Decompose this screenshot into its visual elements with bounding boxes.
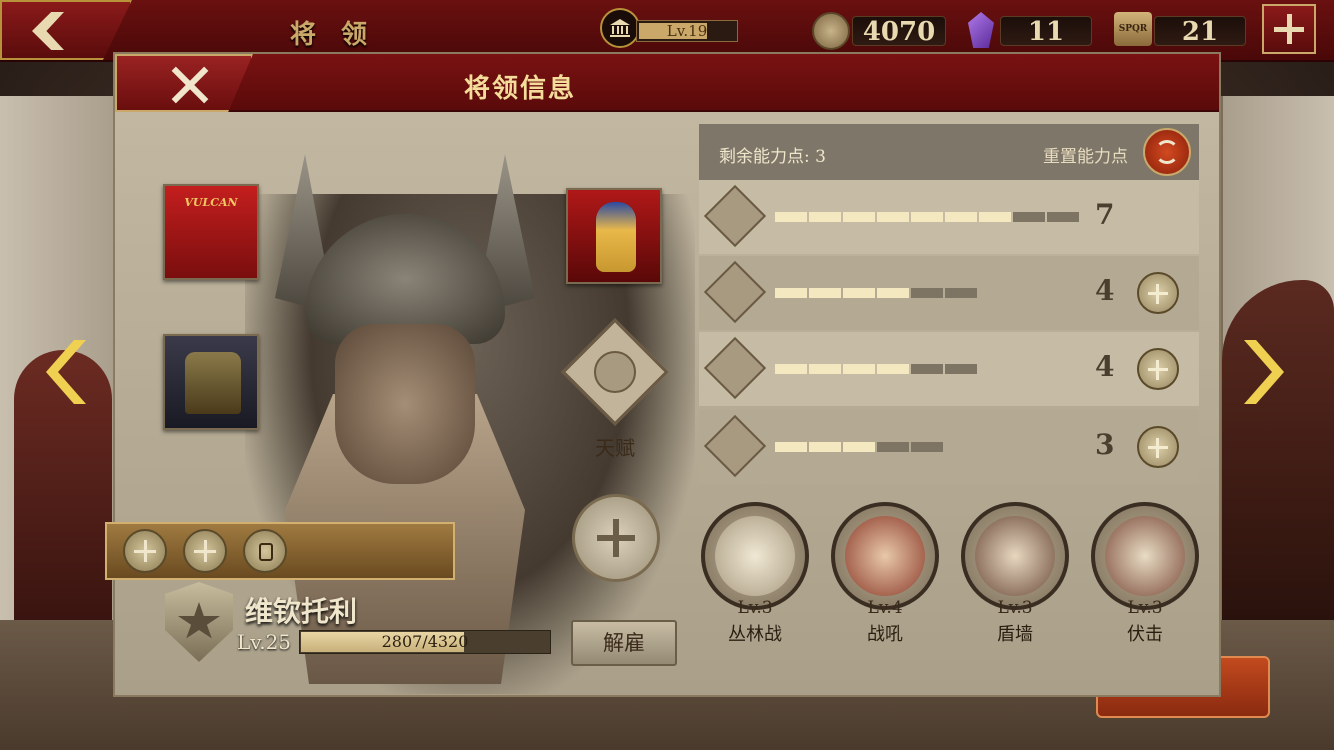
ambush-icon — [1105, 516, 1185, 596]
player-level: Lv.19 — [666, 22, 708, 40]
stat-segment — [911, 212, 943, 222]
skill-level: Lv.3 — [737, 598, 773, 618]
stat-segment — [809, 364, 841, 374]
skill-level: Lv.4 — [867, 598, 903, 618]
general-level: Lv.25 — [237, 630, 292, 654]
coin-icon — [812, 12, 850, 50]
stat-points-header: 剩余能力点: 3 重置能力点 — [699, 124, 1199, 180]
armor-equipment-slot[interactable] — [163, 334, 259, 430]
stat-value: 4 — [1095, 350, 1115, 383]
chevron-left-icon — [32, 12, 64, 50]
stat-segment — [911, 288, 943, 298]
stat-segment — [1013, 212, 1045, 222]
coins-count: 4070 — [852, 16, 946, 47]
skill-name: 伏击 — [1127, 624, 1163, 645]
stat-value: 7 — [1095, 198, 1115, 231]
exp-text: 2807/4320 — [381, 632, 469, 651]
stat-segment — [775, 442, 807, 452]
spqr-count: 21 — [1154, 16, 1246, 47]
spqr-icon: SPQR — [1114, 12, 1152, 46]
stat-value: 3 — [1095, 428, 1115, 461]
refresh-icon — [1155, 140, 1179, 164]
add-stat-button[interactable] — [1137, 272, 1179, 314]
dismiss-button[interactable]: 解雇 — [571, 620, 677, 666]
stat-segment — [843, 364, 875, 374]
horse-icon — [703, 260, 767, 324]
stat-segment — [843, 442, 875, 452]
bank-icon — [600, 8, 640, 48]
reset-points-button[interactable] — [1143, 128, 1191, 176]
back-button[interactable] — [0, 0, 132, 60]
stat-row-cavalry: 4 — [699, 256, 1199, 330]
stat-segment — [775, 288, 807, 298]
locked-skill-slot[interactable] — [243, 529, 287, 573]
stat-segment — [809, 288, 841, 298]
add-skill-slot-button[interactable] — [183, 529, 227, 573]
general-name: 维钦托利 — [245, 595, 358, 628]
pharaoh-mask-icon — [596, 202, 636, 272]
stat-segment — [945, 364, 977, 374]
stat-segment — [809, 442, 841, 452]
armor-icon — [185, 352, 241, 414]
stat-row-attack: 7 — [699, 180, 1199, 254]
forest-icon — [715, 516, 795, 596]
modal-header: 将领信息 — [115, 54, 1219, 112]
stat-segment — [877, 212, 909, 222]
stat-segment — [945, 288, 977, 298]
stat-row-naval: 3 — [699, 410, 1199, 484]
lion-icon — [594, 351, 636, 393]
stat-value: 4 — [1095, 274, 1115, 307]
stat-segment — [911, 442, 943, 452]
anchor-icon — [703, 414, 767, 478]
stat-segment — [809, 212, 841, 222]
skill-level: Lv.3 — [1127, 598, 1163, 618]
warcry-icon — [845, 516, 925, 596]
reset-points-label: 重置能力点 — [1043, 147, 1128, 167]
stat-segment — [775, 364, 807, 374]
add-stat-button[interactable] — [1137, 348, 1179, 390]
gem-icon — [968, 12, 994, 48]
stat-segment — [877, 442, 909, 452]
stat-segment — [945, 212, 977, 222]
skill-war-cry[interactable] — [831, 502, 939, 610]
general-face — [335, 324, 475, 484]
remaining-points: 剩余能力点: 3 — [719, 147, 826, 167]
page-title: 将 领 — [290, 20, 376, 50]
skill-shield-wall[interactable] — [961, 502, 1069, 610]
stat-segment — [1047, 212, 1079, 222]
bow-icon — [703, 336, 767, 400]
background-figure-right — [1222, 280, 1334, 620]
skill-name: 丛林战 — [728, 624, 782, 645]
skill-name: 盾墙 — [997, 624, 1033, 645]
add-stat-button[interactable] — [1137, 426, 1179, 468]
stat-segment — [775, 212, 807, 222]
stat-segment — [877, 288, 909, 298]
mask-equipment-slot[interactable] — [566, 188, 662, 284]
general-info-modal: 将领信息 VULCAN 天赋 维钦托利 Lv.25 2807/4320 解雇 剩… — [105, 52, 1221, 697]
stat-segment — [843, 288, 875, 298]
stat-row-archery: 4 — [699, 332, 1199, 406]
add-skill-slot-button[interactable] — [123, 529, 167, 573]
modal-title: 将领信息 — [463, 74, 576, 104]
talent-label: 天赋 — [595, 436, 635, 460]
skill-slot-strip — [105, 522, 455, 580]
banner-equipment-slot[interactable]: VULCAN — [163, 184, 259, 280]
skill-level: Lv.3 — [997, 598, 1033, 618]
stat-segment — [843, 212, 875, 222]
stat-segment — [877, 364, 909, 374]
gem-slot-button[interactable] — [572, 494, 660, 582]
skill-jungle-warfare[interactable] — [701, 502, 809, 610]
close-button[interactable] — [115, 54, 253, 112]
add-resource-button[interactable] — [1262, 4, 1316, 54]
stat-segment — [979, 212, 1011, 222]
shield-wall-icon — [975, 516, 1055, 596]
lock-icon — [259, 543, 273, 561]
sword-icon — [703, 184, 767, 248]
stat-segment — [911, 364, 943, 374]
skill-ambush[interactable] — [1091, 502, 1199, 610]
skill-name: 战吼 — [867, 624, 903, 645]
banner-label: VULCAN — [184, 196, 238, 209]
gems-count: 11 — [1000, 16, 1092, 47]
